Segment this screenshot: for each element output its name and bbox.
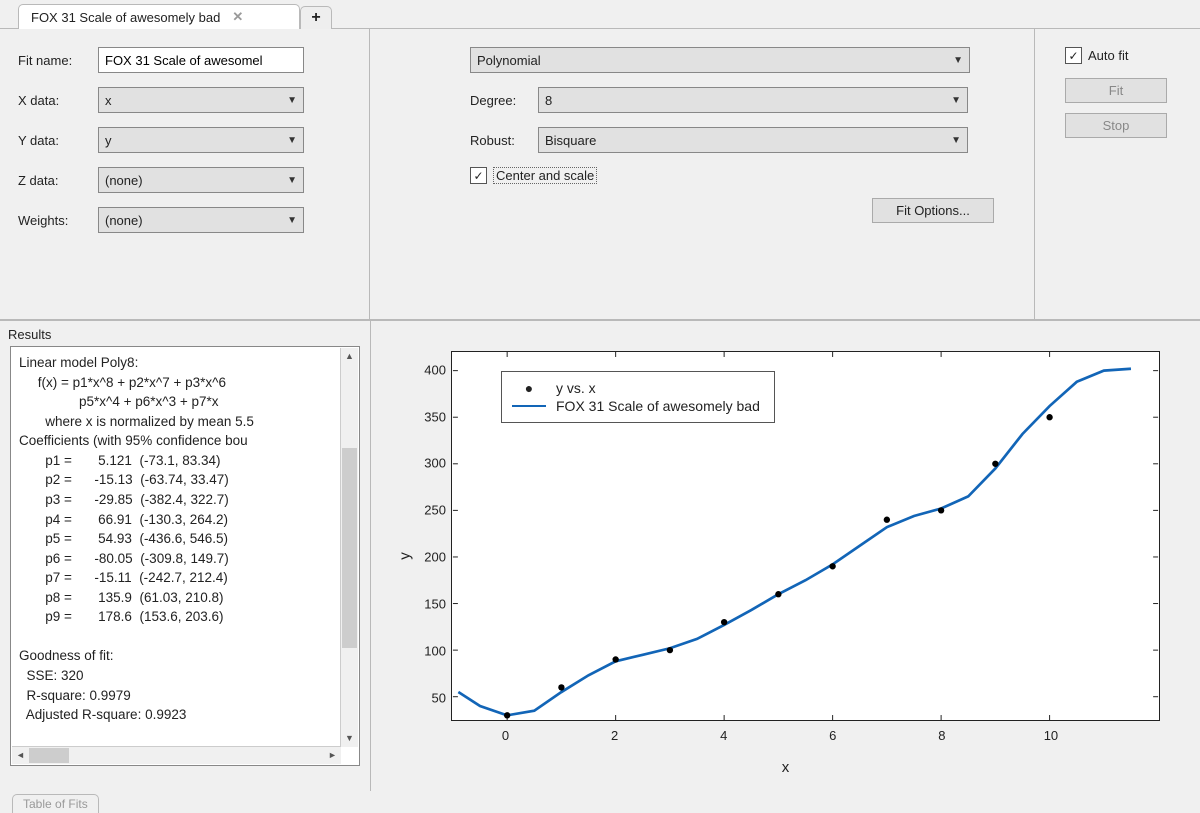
results-textbox[interactable]: Linear model Poly8: f(x) = p1*x^8 + p2*x…: [10, 346, 360, 766]
actions-panel: ✓ Auto fit Fit Stop: [1035, 29, 1200, 319]
robust-label: Robust:: [470, 133, 538, 148]
autofit-checkbox[interactable]: ✓: [1065, 47, 1082, 64]
y-tick-label: 100: [416, 643, 446, 658]
ydata-label: Y data:: [18, 133, 98, 148]
chevron-down-icon: ▼: [287, 215, 297, 226]
y-tick-label: 400: [416, 362, 446, 377]
chevron-down-icon: ▼: [953, 55, 963, 66]
center-scale-label: Center and scale: [493, 167, 597, 184]
y-tick-label: 200: [416, 550, 446, 565]
y-axis-label: y: [396, 552, 413, 560]
scroll-left-icon[interactable]: ◄: [12, 747, 29, 764]
results-panel: Results Linear model Poly8: f(x) = p1*x^…: [0, 321, 371, 791]
results-title: Results: [0, 321, 370, 344]
y-tick-label: 350: [416, 409, 446, 424]
scatter-marker-icon: ●: [512, 380, 546, 396]
center-scale-checkbox[interactable]: ✓: [470, 167, 487, 184]
degree-select[interactable]: 8 ▼: [538, 87, 968, 113]
output-area: Results Linear model Poly8: f(x) = p1*x^…: [0, 321, 1200, 791]
plot-panel: y x ● y vs. x FOX 31 Scale of awesomely …: [371, 321, 1200, 791]
x-tick-label: 0: [502, 728, 509, 743]
x-tick-label: 8: [938, 728, 945, 743]
degree-label: Degree:: [470, 93, 538, 108]
table-of-fits-tab[interactable]: Table of Fits: [12, 794, 99, 813]
x-tick-label: 6: [829, 728, 836, 743]
data-panel: Fit name: X data: x ▼ Y data: y ▼ Z data…: [0, 29, 370, 319]
fittype-panel: Polynomial ▼ Degree: 8 ▼ Robust: Bisquar…: [370, 29, 1035, 319]
fittype-select[interactable]: Polynomial ▼: [470, 47, 970, 73]
close-icon[interactable]: ✕: [232, 9, 243, 25]
scroll-down-icon[interactable]: ▼: [341, 730, 358, 747]
scroll-up-icon[interactable]: ▲: [341, 348, 358, 365]
scroll-thumb[interactable]: [29, 748, 69, 763]
autofit-label: Auto fit: [1088, 48, 1128, 63]
x-tick-label: 10: [1044, 728, 1058, 743]
y-tick-label: 250: [416, 503, 446, 518]
y-tick-label: 150: [416, 596, 446, 611]
ydata-select[interactable]: y ▼: [98, 127, 304, 153]
fit-tab-title: FOX 31 Scale of awesomely bad: [31, 10, 220, 25]
chevron-down-icon: ▼: [287, 95, 297, 106]
fitname-label: Fit name:: [18, 53, 98, 68]
fit-button[interactable]: Fit: [1065, 78, 1167, 103]
robust-select[interactable]: Bisquare ▼: [538, 127, 968, 153]
legend-scatter-label: y vs. x: [556, 380, 596, 396]
zdata-select[interactable]: (none) ▼: [98, 167, 304, 193]
chevron-down-icon: ▼: [951, 95, 961, 106]
tab-bar: FOX 31 Scale of awesomely bad ✕ +: [0, 0, 1200, 29]
xdata-select[interactable]: x ▼: [98, 87, 304, 113]
scroll-right-icon[interactable]: ►: [324, 747, 341, 764]
y-tick-label: 300: [416, 456, 446, 471]
stop-button[interactable]: Stop: [1065, 113, 1167, 138]
fit-tab[interactable]: FOX 31 Scale of awesomely bad ✕: [18, 4, 300, 29]
x-axis-label: x: [371, 759, 1200, 776]
horizontal-scrollbar[interactable]: ◄ ►: [12, 746, 341, 764]
legend-fit-label: FOX 31 Scale of awesomely bad: [556, 398, 760, 414]
chevron-down-icon: ▼: [287, 175, 297, 186]
chevron-down-icon: ▼: [951, 135, 961, 146]
weights-label: Weights:: [18, 213, 98, 228]
chevron-down-icon: ▼: [287, 135, 297, 146]
y-tick-label: 50: [416, 690, 446, 705]
fit-line-icon: [512, 405, 546, 407]
zdata-label: Z data:: [18, 173, 98, 188]
scroll-thumb[interactable]: [342, 448, 357, 648]
xdata-label: X data:: [18, 93, 98, 108]
plot-legend[interactable]: ● y vs. x FOX 31 Scale of awesomely bad: [501, 371, 775, 423]
x-tick-label: 2: [611, 728, 618, 743]
x-tick-label: 4: [720, 728, 727, 743]
fitname-input[interactable]: [98, 47, 304, 73]
config-area: Fit name: X data: x ▼ Y data: y ▼ Z data…: [0, 29, 1200, 321]
fit-options-button[interactable]: Fit Options...: [872, 198, 994, 223]
weights-select[interactable]: (none) ▼: [98, 207, 304, 233]
add-tab-button[interactable]: +: [300, 6, 332, 29]
vertical-scrollbar[interactable]: ▲ ▼: [340, 348, 358, 747]
